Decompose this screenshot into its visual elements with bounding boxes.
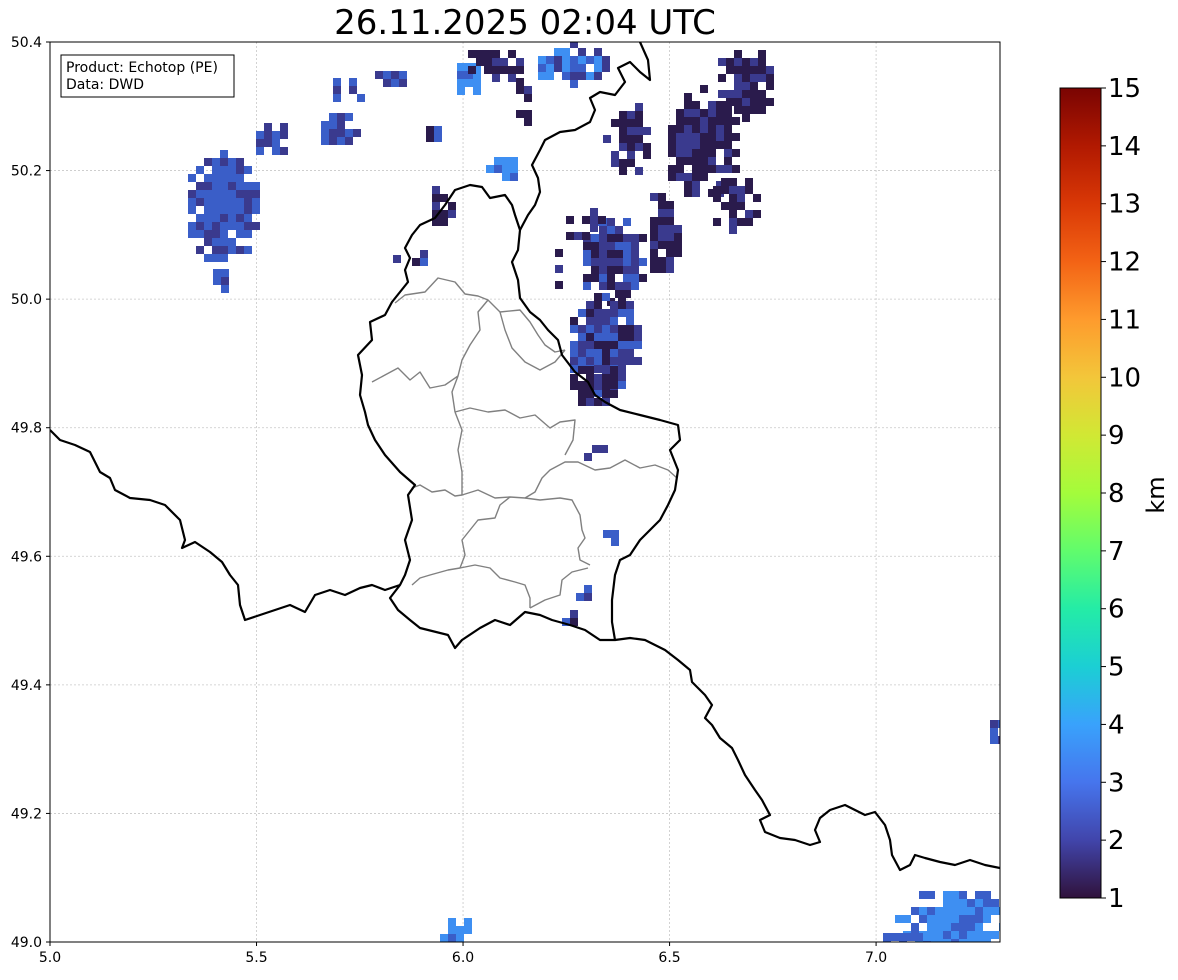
colorbar-tick-label: 3: [1108, 768, 1125, 798]
colorbar-tick-label: 12: [1108, 248, 1141, 278]
longitude-axis: 5.0 5.5 6.0 6.5 7.0: [39, 942, 887, 966]
colorbar-tick-label: 2: [1108, 826, 1125, 856]
colorbar-gradient: [1059, 87, 1102, 899]
colorbar-tick-label: 14: [1108, 132, 1141, 162]
colorbar-tick-label: 8: [1108, 479, 1125, 509]
info-box: Product: Echotop (PE) Data: DWD: [60, 54, 235, 98]
colorbar-tick-label: 10: [1108, 363, 1141, 393]
lat-tick-label: 49.8: [11, 421, 42, 437]
lon-tick-label: 5.5: [245, 950, 267, 966]
colorbar-tick-label: 11: [1108, 305, 1141, 335]
echo-cell: [990, 720, 1000, 744]
map-title: 26.11.2025 02:04 UTC: [334, 3, 716, 43]
figure-canvas: 26.11.2025 02:04 UTC 5.0 5.5 6.0 6.5 7.0 49.…: [11, 3, 1170, 966]
lat-tick-label: 49.2: [11, 806, 42, 822]
lon-tick-label: 7.0: [865, 950, 887, 966]
colorbar-tick-label: 7: [1108, 537, 1125, 567]
lat-tick-label: 49.0: [11, 935, 42, 951]
lat-tick-label: 50.0: [11, 292, 42, 308]
lat-tick-label: 49.6: [11, 549, 42, 565]
echo-cell: [883, 933, 939, 942]
colorbar-tick-label: 15: [1108, 74, 1141, 104]
lat-tick-label: 50.2: [11, 164, 42, 180]
echo-cell: [555, 249, 563, 289]
echotop-map-figure: 26.11.2025 02:04 UTC 5.0 5.5 6.0 6.5 7.0 49.…: [0, 0, 1178, 976]
info-product-text: Product: Echotop (PE): [66, 60, 218, 76]
colorbar: 123456789101112131415 km: [1059, 74, 1170, 914]
colorbar-label: km: [1142, 476, 1170, 513]
colorbar-tick-label: 4: [1108, 710, 1125, 740]
lon-tick-label: 6.0: [452, 950, 474, 966]
info-data-text: Data: DWD: [66, 77, 144, 93]
colorbar-tick-label: 1: [1108, 884, 1125, 914]
colorbar-tick-label: 5: [1108, 653, 1125, 683]
lon-tick-label: 5.0: [39, 950, 61, 966]
lat-tick-label: 49.4: [11, 678, 42, 694]
colorbar-ticks: 123456789101112131415: [1101, 74, 1141, 914]
colorbar-tick-label: 6: [1108, 595, 1125, 625]
lon-tick-label: 6.5: [658, 950, 680, 966]
echo-cell: [426, 126, 442, 142]
lat-tick-label: 50.4: [11, 35, 42, 51]
echo-cell: [393, 255, 401, 263]
colorbar-tick-label: 9: [1108, 421, 1125, 451]
colorbar-tick-label: 13: [1108, 190, 1141, 220]
latitude-axis: 49.0 49.2 49.4 49.6 49.8 50.0 50.2 50.4: [11, 35, 50, 951]
